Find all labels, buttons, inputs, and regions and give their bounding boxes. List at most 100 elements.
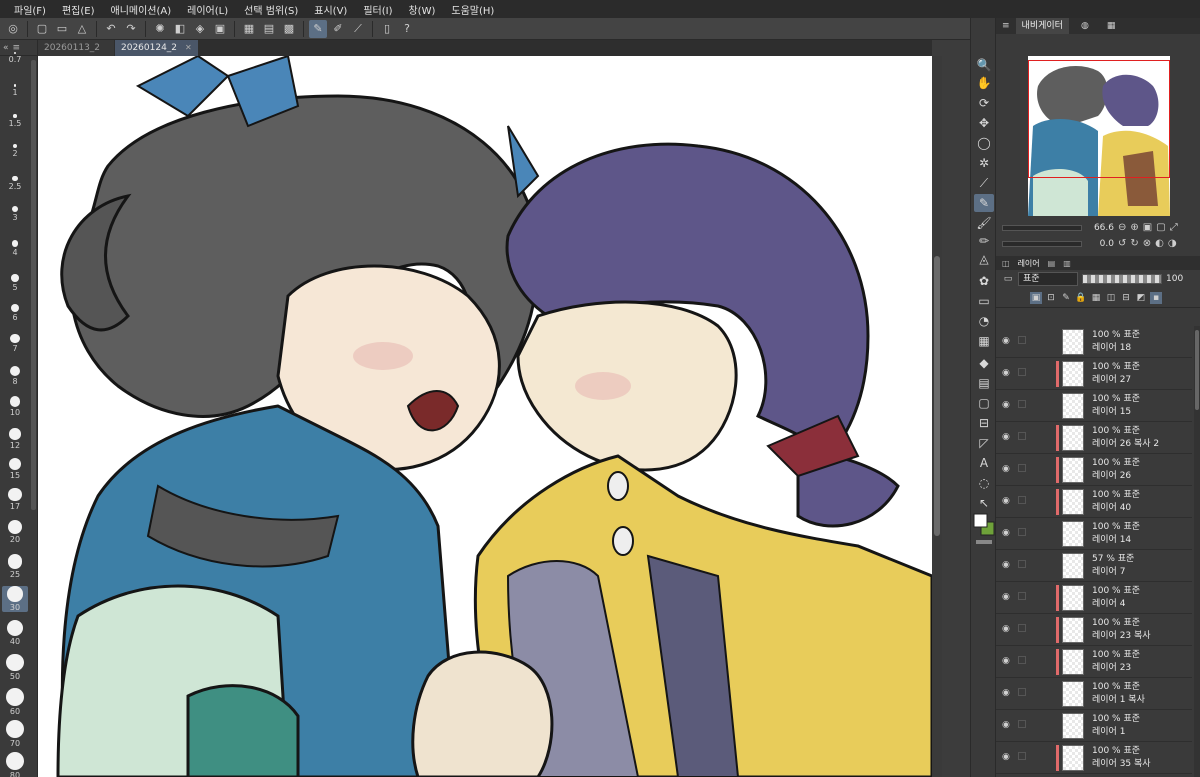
fill-icon[interactable]: ◧ [171, 20, 189, 38]
layer-row[interactable]: ◉ 100 % 표준 레이어 1 [996, 710, 1192, 742]
actual-size-icon[interactable]: ▢ [1156, 222, 1165, 233]
rotate-left-icon[interactable]: ↺ [1118, 238, 1126, 249]
eye-icon[interactable]: ◉ [1002, 688, 1010, 698]
tab-sub-view[interactable]: ◍ [1075, 18, 1095, 34]
brush-scrollbar[interactable] [31, 60, 36, 510]
brush-size-7[interactable]: 7 [2, 334, 28, 353]
menu-help[interactable]: 도움말(H) [443, 2, 502, 17]
rect-icon[interactable]: ▢ [974, 394, 994, 412]
eye-icon[interactable]: ◉ [1002, 432, 1010, 442]
blend-icon[interactable]: ◔ [974, 312, 994, 330]
lock-toggle[interactable] [1018, 368, 1026, 376]
layer-row[interactable]: ◉ 100 % 표준 레이어 14 [996, 518, 1192, 550]
scroll-thumb[interactable] [934, 256, 940, 536]
ruler-layer-icon[interactable]: ⊟ [1120, 292, 1132, 304]
crop-icon[interactable]: ▣ [211, 20, 229, 38]
airbrush-icon[interactable]: ◬ [974, 250, 994, 268]
layer-color-icon[interactable]: ▭ [1002, 273, 1014, 285]
fit-icon[interactable]: ▣ [1143, 222, 1152, 233]
layer-row[interactable]: ◉ 100 % 표준 레이어 26 [996, 454, 1192, 486]
clip-icon[interactable]: ▣ [1030, 291, 1042, 304]
brush-size-4[interactable]: 4 [2, 240, 28, 257]
tab-layer[interactable]: 레이어 [1018, 258, 1040, 269]
lock-toggle[interactable] [1018, 336, 1026, 344]
pen-alt-icon[interactable]: ✐ [329, 20, 347, 38]
brush-size-20[interactable]: 20 [2, 520, 28, 544]
transform-icon[interactable]: ◈ [191, 20, 209, 38]
hand-icon[interactable]: ✋ [974, 74, 994, 92]
expand-icon[interactable]: ⤢ [1170, 222, 1178, 233]
layer-toggle-icon[interactable]: ▤ [260, 20, 278, 38]
brush-size-60[interactable]: 60 [2, 688, 28, 716]
frame-toggle-icon[interactable]: ▩ [280, 20, 298, 38]
menu-select[interactable]: 선택 범위(S) [236, 2, 306, 17]
panel-menu-icon[interactable]: ≡ [1002, 21, 1010, 31]
balloon-icon[interactable]: ◌ [974, 474, 994, 492]
brush-size-5[interactable]: 5 [2, 274, 28, 292]
brush-size-70[interactable]: 70 [2, 720, 28, 748]
eye-icon[interactable]: ◉ [1002, 528, 1010, 538]
new-file-icon[interactable]: ▢ [33, 20, 51, 38]
color-swatch[interactable] [972, 510, 996, 546]
flip-v-icon[interactable]: ◑ [1168, 238, 1177, 249]
gradient-icon[interactable]: ▤ [974, 374, 994, 392]
lock-toggle[interactable] [1018, 592, 1026, 600]
lock-toggle[interactable] [1018, 464, 1026, 472]
lock-toggle[interactable] [1018, 656, 1026, 664]
lock-toggle[interactable] [1018, 624, 1026, 632]
layer-row[interactable]: ◉ 100 % 표준 레이어 15 [996, 390, 1192, 422]
layer-row[interactable]: ◉ 100 % 표준 레이어 35 복사 [996, 742, 1192, 774]
blend-mode-select[interactable]: 표준 [1018, 272, 1078, 286]
tab-navigator[interactable]: 내비게이터 [1015, 18, 1069, 34]
menu-file[interactable]: 파일(F) [6, 2, 54, 17]
frame-icon[interactable]: ⊟ [974, 414, 994, 432]
canvas-area[interactable] [38, 56, 932, 777]
open-folder-icon[interactable]: ▭ [53, 20, 71, 38]
menu-view[interactable]: 표시(V) [306, 2, 355, 17]
move-icon[interactable]: ✥ [974, 114, 994, 132]
reset-rotate-icon[interactable]: ⊗ [1143, 238, 1151, 249]
spinner-icon[interactable]: ✺ [151, 20, 169, 38]
eye-icon[interactable]: ◉ [1002, 656, 1010, 666]
brush-size-15[interactable]: 15 [2, 458, 28, 480]
brush-size-8[interactable]: 8 [2, 366, 28, 386]
expand-icon[interactable]: « [3, 43, 9, 53]
zoom-slider[interactable] [1002, 224, 1082, 231]
layer-row[interactable]: ◉ 100 % 표준 레이어 40 [996, 486, 1192, 518]
save-icon[interactable]: △ [73, 20, 91, 38]
bucket-icon[interactable]: ◆ [974, 354, 994, 372]
eye-icon[interactable]: ◉ [1002, 496, 1010, 506]
menu-window[interactable]: 창(W) [400, 2, 443, 17]
ruler-tool-icon[interactable]: ◸ [974, 434, 994, 452]
brush-size-50[interactable]: 50 [2, 654, 28, 681]
rotate-right-icon[interactable]: ↻ [1130, 238, 1138, 249]
brush-size-1[interactable]: 1 [2, 84, 28, 97]
decoration-icon[interactable]: ✿ [974, 272, 994, 290]
menu-filter[interactable]: 필터(I) [355, 2, 400, 17]
pen-icon[interactable]: ✎ [309, 19, 327, 38]
eye-icon[interactable]: ◉ [1002, 368, 1010, 378]
lock-icon[interactable]: 🔒 [1075, 292, 1087, 304]
zoom-in-icon[interactable]: ⊕ [1130, 222, 1138, 233]
close-icon[interactable]: ✕ [185, 40, 192, 56]
layer-row[interactable]: ◉ 100 % 표준 레이어 23 복사 [996, 614, 1192, 646]
menu-animation[interactable]: 애니메이션(A) [103, 2, 180, 17]
eraser-icon[interactable]: ▭ [974, 292, 994, 310]
eye-icon[interactable]: ◉ [1002, 400, 1010, 410]
grid-icon[interactable]: ▦ [974, 332, 994, 350]
tab-layer-property[interactable]: ▤ [1048, 259, 1056, 268]
flip-h-icon[interactable]: ◐ [1155, 238, 1164, 249]
rotate-slider[interactable] [1002, 240, 1082, 247]
lock-toggle[interactable] [1018, 432, 1026, 440]
layer-row[interactable]: ◉ 100 % 표준 레이어 18 [996, 326, 1192, 358]
eye-icon[interactable]: ◉ [1002, 560, 1010, 570]
layer-row[interactable]: ◉ 100 % 표준 레이어 26 복사 2 [996, 422, 1192, 454]
panel-menu-icon[interactable]: ≡ [13, 43, 21, 53]
lock-alpha-icon[interactable]: ▦ [1090, 292, 1102, 304]
brush-size-30[interactable]: 30 [2, 586, 28, 612]
tab-document-1[interactable]: 20260113_2 [38, 40, 114, 56]
lock-toggle[interactable] [1018, 496, 1026, 504]
lock-toggle[interactable] [1018, 752, 1026, 760]
app-icon[interactable]: ◎ [4, 20, 22, 38]
brush-icon[interactable]: 🖌 [974, 214, 994, 232]
